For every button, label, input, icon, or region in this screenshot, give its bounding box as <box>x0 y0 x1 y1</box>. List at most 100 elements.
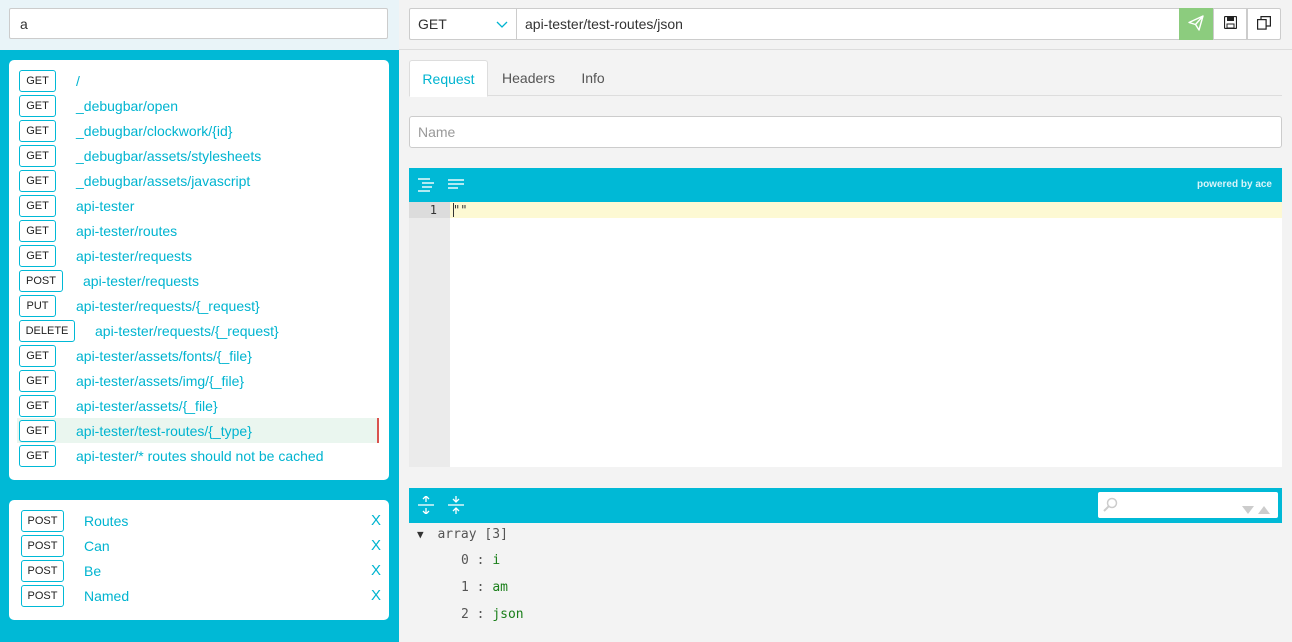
powered-by-ace: powered by ace <box>1196 179 1272 190</box>
compact-code-icon[interactable] <box>448 178 464 194</box>
route-path: api-tester <box>76 197 135 214</box>
expand-all-icon[interactable] <box>418 495 434 517</box>
route-path: api-tester/requests/{_request} <box>76 297 260 314</box>
route-item[interactable]: GET / <box>9 68 389 93</box>
route-path: api-tester/requests <box>76 247 192 264</box>
request-name-input[interactable] <box>409 116 1282 148</box>
tree-item-key: 2 <box>461 607 469 622</box>
saved-request-item[interactable]: POST Be X <box>21 558 381 583</box>
routes-list: GET / GET _debugbar/open GET _debugbar/clockw… <box>9 60 389 480</box>
copy-button[interactable] <box>1247 8 1281 40</box>
request-bar: GET <box>399 0 1292 50</box>
tree-item-value: i <box>492 553 501 568</box>
method-badge: GET <box>19 69 56 92</box>
route-item[interactable]: GET api-tester/test-routes/{_type} <box>17 418 379 443</box>
response-tree: ▼ array [3] 0 : i 1 : am 2 : json <box>409 523 1282 642</box>
active-route-marker <box>377 418 379 443</box>
floppy-disk-icon <box>1223 15 1237 32</box>
json-editor[interactable]: 1 "" <box>409 202 1282 467</box>
route-item[interactable]: GET _debugbar/assets/javascript <box>9 168 389 193</box>
saved-request-item[interactable]: POST Can X <box>21 533 381 558</box>
route-path: / <box>76 72 80 89</box>
method-badge: GET <box>19 419 56 442</box>
save-button[interactable] <box>1213 8 1247 40</box>
route-item[interactable]: GET api-tester/routes <box>9 218 389 243</box>
filter-bar <box>0 0 399 50</box>
method-badge: GET <box>19 94 56 117</box>
saved-request-item[interactable]: POST Named X <box>21 583 381 608</box>
route-path: _debugbar/open <box>76 97 178 114</box>
route-item[interactable]: GET _debugbar/open <box>9 93 389 118</box>
method-badge: POST <box>21 584 64 607</box>
saved-request-name: Can <box>84 537 110 554</box>
route-item[interactable]: GET api-tester/assets/{_file} <box>9 393 389 418</box>
route-item[interactable]: GET _debugbar/clockwork/{id} <box>9 118 389 143</box>
route-item[interactable]: GET api-tester/requests <box>9 243 389 268</box>
route-path: _debugbar/clockwork/{id} <box>76 122 233 139</box>
route-path: api-tester/assets/{_file} <box>76 397 218 414</box>
route-item[interactable]: GET api-tester <box>9 193 389 218</box>
method-badge: GET <box>19 144 56 167</box>
method-badge: POST <box>21 559 64 582</box>
response-toolbar <box>409 488 1282 523</box>
saved-requests-list: POST Routes X POST Can X POST Be X POST Named X <box>9 500 389 620</box>
tree-item-key: 1 <box>461 580 469 595</box>
method-badge: GET <box>19 219 56 242</box>
format-code-icon[interactable] <box>418 178 434 195</box>
saved-request-item[interactable]: POST Routes X <box>21 508 381 533</box>
tree-root-count: [3] <box>484 527 508 542</box>
remove-saved-request-button[interactable]: X <box>367 537 381 554</box>
method-badge: GET <box>19 194 56 217</box>
route-item[interactable]: DELETE api-tester/requests/{_request} <box>9 318 389 343</box>
send-button[interactable] <box>1179 8 1213 40</box>
route-path: api-tester/test-routes/{_type} <box>76 422 252 439</box>
collapse-all-icon[interactable] <box>448 496 464 517</box>
editor-gutter <box>409 202 450 467</box>
route-item[interactable]: POST api-tester/requests <box>9 268 389 293</box>
saved-request-name: Named <box>84 587 130 604</box>
route-item[interactable]: PUT api-tester/requests/{_request} <box>9 293 389 318</box>
collapse-arrow-icon[interactable]: ▼ <box>417 528 424 541</box>
method-badge: GET <box>19 344 56 367</box>
method-badge: GET <box>19 244 56 267</box>
tree-root[interactable]: ▼ array [3] <box>417 527 508 542</box>
tab-request[interactable]: Request <box>409 60 488 97</box>
request-tabs: Request Headers Info <box>409 60 1282 97</box>
route-item[interactable]: GET api-tester/assets/fonts/{_file} <box>9 343 389 368</box>
route-path: api-tester/assets/img/{_file} <box>76 372 245 389</box>
method-badge: POST <box>21 509 64 532</box>
tree-item-separator: : <box>468 553 493 568</box>
route-item[interactable]: GET api-tester/* routes should not be cac… <box>9 443 389 468</box>
route-filter-input[interactable] <box>9 8 388 39</box>
url-input[interactable] <box>516 8 1180 40</box>
search-icon <box>1103 497 1118 515</box>
route-path: api-tester/requests <box>83 272 199 289</box>
response-search-input[interactable] <box>1098 492 1278 518</box>
saved-request-name: Be <box>84 562 102 579</box>
method-badge: DELETE <box>19 319 75 342</box>
method-badge: PUT <box>19 294 56 317</box>
copy-icon <box>1257 15 1271 33</box>
remove-saved-request-button[interactable]: X <box>367 587 381 604</box>
route-item[interactable]: GET api-tester/assets/img/{_file} <box>9 368 389 393</box>
method-badge: GET <box>19 444 56 467</box>
route-item[interactable]: GET _debugbar/assets/stylesheets <box>9 143 389 168</box>
sidebar: GET / GET _debugbar/open GET _debugbar/clockw… <box>0 0 399 642</box>
tree-item: 2 : json <box>461 607 524 622</box>
editor-toolbar: powered by ace <box>409 168 1282 202</box>
editor-active-line <box>409 202 1282 218</box>
line-number: 1 <box>429 203 437 217</box>
search-next-icon[interactable] <box>1242 501 1254 517</box>
route-path: api-tester/* routes should not be cached <box>76 447 324 464</box>
tab-headers[interactable]: Headers <box>488 60 569 96</box>
method-select[interactable]: GET <box>409 8 517 40</box>
route-path: api-tester/routes <box>76 222 178 239</box>
search-prev-icon[interactable] <box>1258 501 1270 517</box>
remove-saved-request-button[interactable]: X <box>367 562 381 579</box>
method-badge: GET <box>19 394 56 417</box>
tree-root-label: array <box>437 527 477 542</box>
remove-saved-request-button[interactable]: X <box>367 512 381 529</box>
method-select-value: GET <box>418 16 447 32</box>
tab-info[interactable]: Info <box>569 60 617 96</box>
method-badge: GET <box>19 119 56 142</box>
